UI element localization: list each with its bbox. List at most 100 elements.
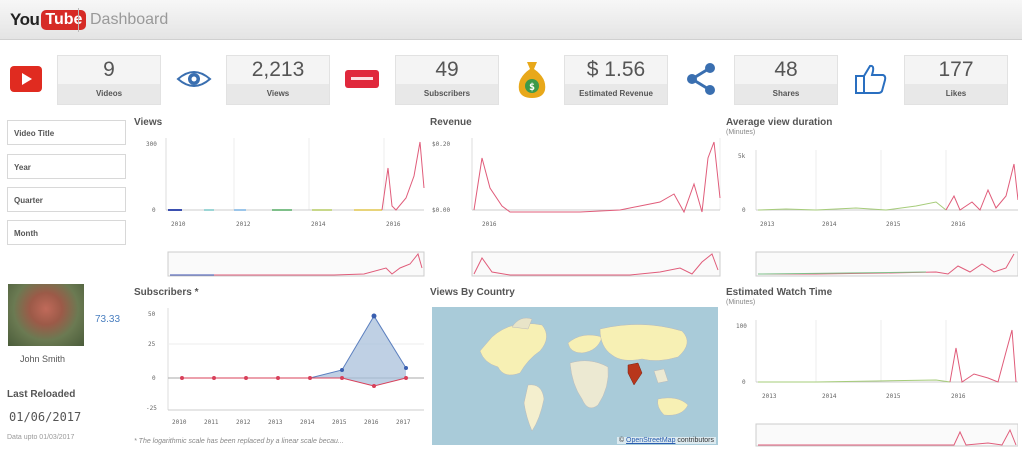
revenue-chart[interactable]: $0.20 $0.00 2016 — [430, 128, 722, 278]
subscribers-area — [310, 316, 406, 386]
y-tick-label: 50 — [148, 311, 156, 318]
kpi-shares[interactable]: 48 Shares — [734, 55, 838, 105]
money-bag-icon: $ — [512, 58, 552, 100]
avg-view-duration-subtitle: (Minutes) — [726, 129, 756, 136]
profile-name: John Smith — [20, 354, 66, 364]
watch-time-line — [949, 329, 1017, 383]
watch-time-title: Estimated Watch Time — [726, 287, 833, 298]
data-point[interactable] — [404, 376, 408, 380]
eye-icon — [174, 58, 214, 100]
data-point[interactable] — [404, 366, 408, 370]
india-shape — [627, 362, 643, 386]
avg-view-line — [757, 201, 947, 211]
data-point[interactable] — [180, 376, 184, 380]
filter-quarter[interactable]: Quarter — [7, 187, 126, 212]
x-tick-label: 2015 — [886, 221, 901, 228]
x-tick-label: 2015 — [886, 393, 901, 400]
x-tick-label: 2013 — [760, 221, 775, 228]
views-line — [381, 141, 425, 211]
x-tick-label: 2016 — [364, 419, 379, 426]
kpi-label: Shares — [735, 84, 837, 104]
kpi-likes[interactable]: 177 Likes — [904, 55, 1008, 105]
views-chart-title: Views — [134, 117, 163, 128]
x-tick-label: 2016 — [951, 393, 966, 400]
kpi-label: Videos — [58, 84, 160, 104]
y-tick-label: 0 — [152, 207, 156, 214]
x-tick-label: 2016 — [482, 221, 497, 228]
revenue-chart-title: Revenue — [430, 117, 472, 128]
y-tick-label: $0.00 — [432, 207, 450, 214]
x-tick-label: 2014 — [300, 419, 315, 426]
europe-shape — [567, 334, 603, 354]
header-divider — [78, 8, 79, 32]
north-america-shape — [479, 323, 547, 376]
x-tick-label: 2016 — [386, 221, 401, 228]
data-point[interactable] — [340, 368, 344, 372]
data-point[interactable] — [244, 376, 248, 380]
map-attribution: © OpenStreetMap contributors — [616, 437, 716, 444]
openstreetmap-link[interactable]: OpenStreetMap — [626, 437, 675, 444]
share-icon — [681, 58, 721, 100]
x-tick-label: 2017 — [396, 419, 411, 426]
range-selector[interactable] — [167, 251, 425, 277]
scale-footnote: * The logarithmic scale has been replace… — [134, 438, 344, 445]
revenue-line — [473, 141, 721, 214]
x-tick-label: 2011 — [204, 419, 219, 426]
subscribe-icon — [342, 58, 382, 100]
x-tick-label: 2014 — [822, 393, 837, 400]
views-chart[interactable]: 300 0 2010 2012 2014 2016 — [134, 128, 426, 278]
y-tick-label: 100 — [736, 323, 747, 330]
filter-month[interactable]: Month — [7, 220, 126, 245]
avg-view-duration-title: Average view duration — [726, 117, 833, 128]
kpi-label: Estimated Revenue — [565, 84, 667, 104]
views-by-country-map[interactable]: © OpenStreetMap contributors — [432, 307, 718, 445]
kpi-label: Likes — [905, 84, 1007, 104]
kpi-value: 49 — [435, 58, 459, 81]
watch-time-subtitle: (Minutes) — [726, 299, 756, 306]
kpi-estimated-revenue[interactable]: $ 1.56 Estimated Revenue — [564, 55, 668, 105]
data-point[interactable] — [212, 376, 216, 380]
y-tick-label: -25 — [146, 405, 157, 412]
subscribers-chart-title: Subscribers * — [134, 287, 199, 298]
filter-video-title[interactable]: Video Title — [7, 120, 126, 145]
southeast-asia-shape — [653, 368, 669, 384]
x-tick-label: 2013 — [268, 419, 283, 426]
subscribers-chart[interactable]: 50 25 0 -25 2010 2011 2012 2013 2014 201… — [134, 300, 426, 432]
kpi-videos[interactable]: 9 Videos — [57, 55, 161, 105]
watch-time-chart[interactable]: 100 0 2013 2014 2015 2016 — [726, 312, 1018, 448]
range-selector[interactable] — [471, 251, 721, 277]
last-reloaded-label: Last Reloaded — [7, 389, 76, 400]
filter-year[interactable]: Year — [7, 154, 126, 179]
africa-shape — [569, 360, 609, 409]
x-tick-label: 2010 — [172, 419, 187, 426]
avg-view-line — [945, 163, 1018, 211]
data-point[interactable] — [308, 376, 312, 380]
youtube-logo[interactable]: You Tube — [10, 9, 87, 31]
data-point[interactable] — [340, 376, 344, 380]
y-tick-label: 0 — [152, 375, 156, 382]
data-point[interactable] — [371, 313, 377, 319]
australia-shape — [657, 397, 689, 416]
asia-shape — [599, 324, 688, 361]
profile-score: 73.33 — [95, 314, 121, 325]
data-point[interactable] — [276, 376, 280, 380]
data-point[interactable] — [372, 384, 376, 388]
data-upto-note: Data upto 01/03/2017 — [7, 434, 75, 441]
x-tick-label: 2010 — [171, 221, 186, 228]
avg-view-duration-chart[interactable]: 5k 0 2013 2014 2015 2016 — [726, 140, 1018, 280]
kpi-value: 177 — [938, 58, 974, 81]
kpi-subscribers[interactable]: 49 Subscribers — [395, 55, 499, 105]
page-title: Dashboard — [90, 11, 169, 28]
y-tick-label: 300 — [146, 141, 157, 148]
last-reloaded-date: 01/06/2017 — [9, 410, 82, 424]
youtube-play-icon — [6, 58, 46, 100]
y-tick-label: 25 — [148, 341, 156, 348]
x-tick-label: 2012 — [236, 419, 251, 426]
kpi-value: 9 — [103, 58, 115, 81]
y-tick-label: 5k — [738, 153, 746, 160]
kpi-views[interactable]: 2,213 Views — [226, 55, 330, 105]
views-by-country-title: Views By Country — [430, 287, 515, 298]
range-selector[interactable] — [755, 423, 1018, 447]
avatar — [8, 284, 84, 346]
thumbs-up-icon — [851, 58, 891, 100]
